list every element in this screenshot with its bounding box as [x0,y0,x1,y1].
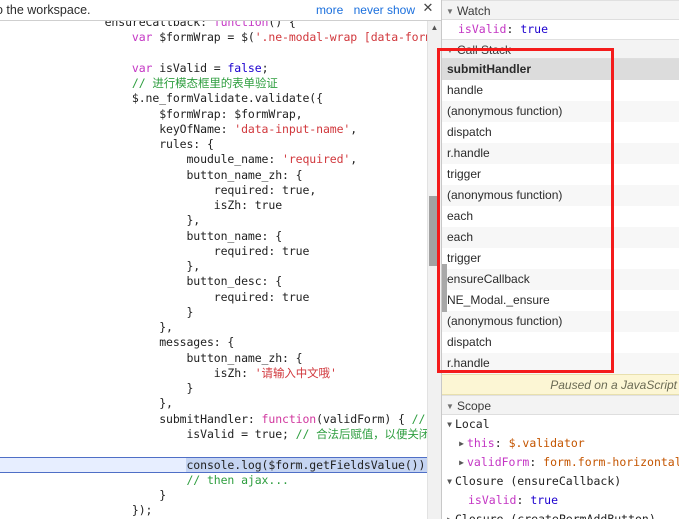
call-stack-frame[interactable]: trigger [442,248,679,269]
notification-bar: o the workspace. more never show ✕ [0,0,441,21]
scope-list: ▼ Local ▶ this: $.validator ▶ validForm: form… [442,415,679,519]
call-stack-section-title: Call Stack [457,43,512,57]
watch-section-title: Watch [457,4,491,18]
call-stack-frame[interactable]: dispatch [442,122,679,143]
chevron-down-icon: ▼ [446,46,454,55]
scope-key: Closure (ensureCallback) [455,474,622,488]
call-stack-frame[interactable]: trigger [442,164,679,185]
code-line: }, [186,259,201,273]
code-line: required: true, [213,182,317,197]
watch-list: isValid: true [442,20,679,39]
watch-section-header[interactable]: ▼ Watch [442,0,679,20]
chevron-right-icon[interactable]: ▶ [444,510,455,519]
code-line: required: true [213,289,310,304]
code-line: moudule_name: 'required', [186,152,358,167]
devtools-debugger-screen: o the workspace. more never show ✕ ensur… [0,0,679,519]
call-stack-frame-active[interactable]: submitHandler [442,59,679,80]
call-stack-scrollbar-thumb[interactable] [442,264,447,312]
call-stack-frame[interactable]: each [442,206,679,227]
scope-value: true [530,493,559,507]
scope-key: Local [455,417,490,431]
call-stack-frame[interactable]: handle [442,80,679,101]
scroll-up-arrow-icon[interactable]: ▲ [428,21,441,35]
code-line: button_name: { [186,228,283,243]
call-stack-frame[interactable]: ensureCallback [442,269,679,290]
code-line: isValid = true; // 合法后赋值，以便关闭模态框 [186,426,427,441]
code-line: $formWrap: $formWrap, [159,106,303,121]
code-line: required: true [213,243,310,258]
chevron-down-icon[interactable]: ▼ [444,472,455,491]
paused-status-banner: Paused on a JavaScript [442,374,679,395]
more-link[interactable]: more [316,3,343,17]
call-stack-frame[interactable]: r.handle [442,143,679,164]
code-line: // 进行模态框里的表单验证 [131,76,278,90]
code-editor[interactable]: ensureCallback: function() { var $formWr… [0,21,427,519]
code-line: isZh: true [213,198,283,212]
code-line: }, [186,213,201,228]
code-content: ensureCallback: function() { var $formWr… [0,21,427,519]
chevron-down-icon: ▼ [446,7,454,16]
code-line: ensureCallback: function() { [104,21,296,29]
scope-row[interactable]: isValid: true [442,491,679,510]
call-stack-frame[interactable]: (anonymous function) [442,185,679,206]
call-stack-frame[interactable]: r.handle [442,353,679,374]
chevron-right-icon[interactable]: ▶ [456,434,467,453]
scrollbar-thumb[interactable] [429,196,440,266]
code-line: isZh: '请输入中文哦' [213,365,337,380]
editor-vertical-scrollbar[interactable]: ▲ [427,21,441,519]
code-line: messages: { [159,335,235,350]
call-stack-frame[interactable]: (anonymous function) [442,101,679,122]
debugger-sidebar: ▼ Watch isValid: true ▼ Call Stack submitH… [442,0,679,519]
call-stack-section-header[interactable]: ▼ Call Stack [442,39,679,59]
code-line: }); [131,503,153,517]
code-line: // then ajax... [186,472,289,487]
scope-section-title: Scope [457,399,492,413]
call-stack-frame[interactable]: NE_Modal._ensure [442,290,679,311]
notification-message: o the workspace. [0,3,91,17]
call-stack-list[interactable]: submitHandler handle (anonymous function) d… [442,59,679,374]
scope-value: $.validator [508,436,585,450]
code-line: var isValid = false; [131,60,269,75]
code-line: keyOfName: 'data-input-name', [159,121,358,136]
call-stack-frame[interactable]: (anonymous function) [442,311,679,332]
code-line: } [159,487,167,502]
code-line: }, [159,320,173,334]
code-line: var $formWrap = $('.ne-modal-wrap [data-… [131,30,427,45]
scope-row[interactable]: ▼ Closure (ensureCallback) [442,472,679,491]
scope-row[interactable]: ▼ Local [442,415,679,434]
scope-key: isValid [468,493,517,507]
code-line: button_name_zh: { [186,350,303,365]
code-line: button_name_zh: { [186,167,303,182]
call-stack-frame[interactable]: dispatch [442,332,679,353]
notification-links: more never show [309,0,415,20]
code-line: } [186,381,194,395]
chevron-down-icon: ▼ [446,402,454,411]
code-line: submitHandler: function(validForm) { // … [159,411,426,426]
chevron-right-icon[interactable]: ▶ [456,453,467,472]
code-line: } [186,304,194,319]
watch-value: true [520,22,549,36]
code-line: $.ne_formValidate.validate({ [131,91,323,106]
source-pane: o the workspace. more never show ✕ ensur… [0,0,441,519]
scope-value: form.form-horizontal [543,455,679,469]
code-line-highlighted: console.log($form.getFieldsValue()); [0,457,427,473]
code-line: button_desc: { [186,274,283,289]
code-line: rules: { [159,137,214,151]
scope-section-header[interactable]: ▼ Scope [442,395,679,415]
scope-key: this [467,436,495,450]
close-icon[interactable]: ✕ [421,1,435,15]
call-stack-frame[interactable]: each [442,227,679,248]
never-show-link[interactable]: never show [354,3,415,17]
scope-key: validForm [467,455,530,469]
watch-row[interactable]: isValid: true [442,20,679,39]
scope-row[interactable]: ▶ validForm: form.form-horizontal [442,453,679,472]
scope-key: Closure (createPermAddButton) [455,512,656,519]
chevron-down-icon[interactable]: ▼ [444,415,455,434]
code-line: }, [159,396,173,411]
scope-row[interactable]: ▶Closure (createPermAddButton) [442,510,679,519]
watch-expression: isValid [458,22,507,36]
scope-row[interactable]: ▶ this: $.validator [442,434,679,453]
